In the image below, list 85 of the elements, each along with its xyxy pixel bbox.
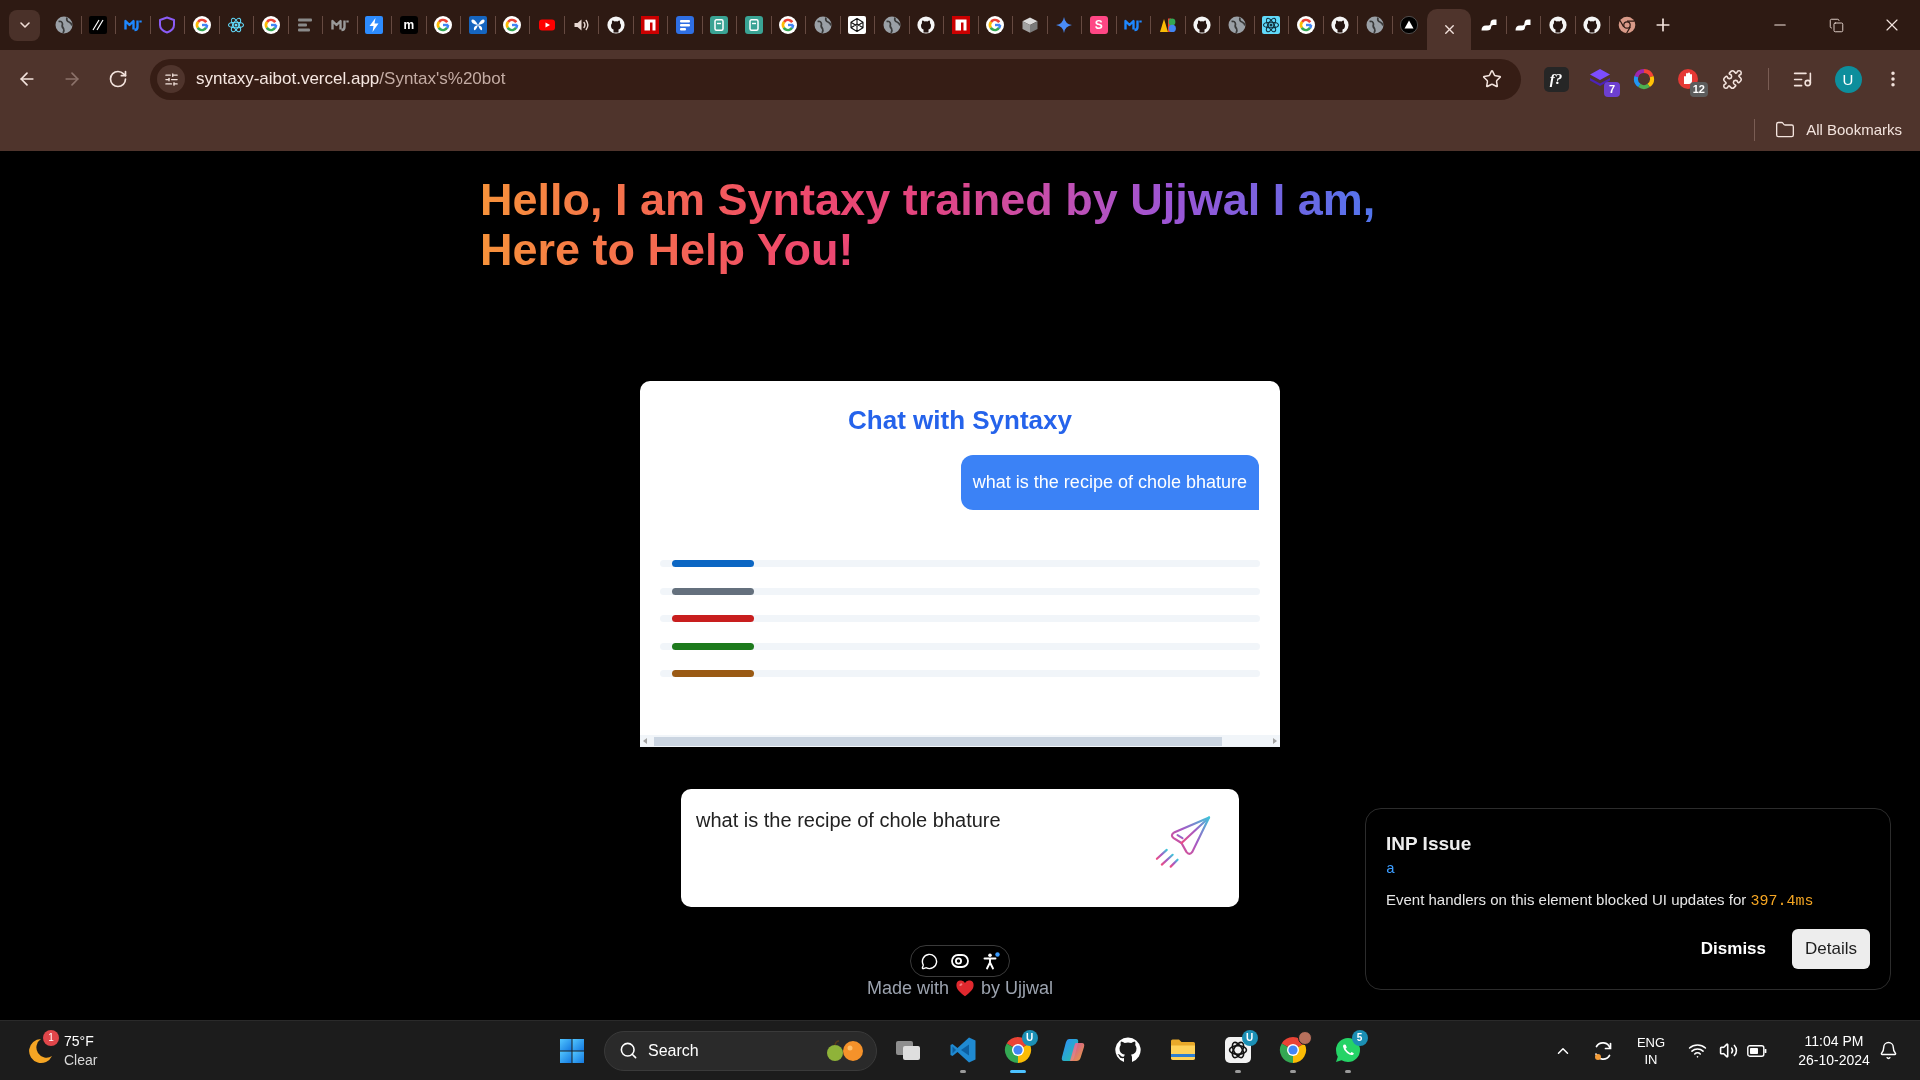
- g-logo-icon: [503, 16, 522, 34]
- cat-logo-icon: [1331, 16, 1350, 34]
- cat-logo-icon[interactable]: [1114, 1036, 1142, 1064]
- taskbar-search[interactable]: Search: [604, 1030, 877, 1071]
- document-icon: [744, 16, 763, 34]
- battery-icon[interactable]: [1747, 1044, 1767, 1057]
- atom-icon: [1262, 16, 1281, 34]
- ring-icon[interactable]: [1633, 68, 1655, 90]
- notification-badge: 1: [43, 1029, 59, 1046]
- cat-logo-icon: [1193, 16, 1212, 34]
- puzzle-icon[interactable]: [1721, 68, 1743, 90]
- comment-icon[interactable]: [920, 952, 938, 970]
- lines-icon: [296, 16, 315, 34]
- folder-icon: [1775, 119, 1796, 140]
- globe-icon: [1365, 16, 1384, 34]
- footer-text: by Ujjwal: [981, 978, 1054, 998]
- globe-icon: [54, 16, 73, 34]
- g-logo-icon: [986, 16, 1005, 34]
- cat-logo-icon: [1583, 16, 1602, 34]
- shapes-icon: [1158, 16, 1177, 34]
- element-tag: a: [1386, 860, 1395, 880]
- browser-logo-icon[interactable]: [1279, 1036, 1307, 1064]
- message-input[interactable]: what is the recipe of chole bhature: [681, 789, 1239, 907]
- g-logo-icon: [434, 16, 453, 34]
- cat-logo-icon: [917, 16, 936, 34]
- accessibility-icon[interactable]: [981, 952, 1000, 970]
- tab-search-button[interactable]: [9, 9, 40, 41]
- code-logo-icon[interactable]: [949, 1036, 977, 1064]
- notch-tile-icon: [951, 16, 970, 34]
- language-indicator[interactable]: ENG IN: [1630, 1033, 1672, 1068]
- shield-icon: [158, 16, 177, 34]
- butterfly-icon: [468, 16, 487, 34]
- cat-logo-icon: [606, 16, 625, 34]
- url-text: syntaxy-aibot.vercel.app/Syntax's%20bot: [196, 69, 506, 89]
- box-icon: [1020, 16, 1039, 34]
- document-icon: [710, 16, 729, 34]
- cat-logo-icon: [1548, 16, 1567, 34]
- atom-icon: [227, 16, 246, 34]
- wifi-icon[interactable]: [1687, 1041, 1707, 1060]
- user-message: what is the recipe of chole bhature: [960, 455, 1259, 510]
- profile-avatar[interactable]: U: [1834, 65, 1862, 93]
- horizontal-scrollbar[interactable]: [640, 735, 1280, 747]
- sync-icon[interactable]: [1592, 1039, 1614, 1062]
- popup-title: INP Issue: [1386, 833, 1472, 855]
- star-icon[interactable]: [1482, 69, 1502, 89]
- site-info-icon[interactable]: [157, 65, 185, 93]
- avatar-placeholder: [1297, 1031, 1312, 1045]
- clock[interactable]: 11:04 PM 26-10-2024: [1794, 1031, 1874, 1070]
- reload-icon[interactable]: [108, 69, 128, 89]
- notch-tile-icon: [641, 16, 660, 34]
- chat-title: Chat with Syntaxy: [847, 405, 1073, 435]
- swirl-logo-icon[interactable]: [1059, 1036, 1087, 1064]
- slash-tile-icon: [89, 16, 108, 34]
- g-logo-icon: [192, 16, 211, 34]
- g-logo-icon: [1296, 16, 1315, 34]
- eye-toggle-icon[interactable]: [950, 954, 969, 968]
- lightning-icon: [365, 16, 384, 34]
- g-logo-icon: [779, 16, 798, 34]
- dismiss-button[interactable]: Dismiss: [1694, 929, 1773, 969]
- all-bookmarks-button[interactable]: All Bookmarks: [1775, 119, 1902, 140]
- app-badge: U: [1021, 1030, 1038, 1046]
- bell-icon[interactable]: [1878, 1041, 1898, 1060]
- volume-icon[interactable]: [1718, 1041, 1738, 1060]
- search-icon: [619, 1041, 638, 1060]
- globe-icon: [813, 16, 832, 34]
- app-badge: 5: [1351, 1030, 1368, 1046]
- restore-icon[interactable]: [1828, 17, 1844, 33]
- footer-text: Made with: [866, 978, 949, 998]
- windows-logo-icon[interactable]: [559, 1037, 585, 1064]
- count-badge: 7: [1604, 82, 1620, 97]
- address-bar[interactable]: syntaxy-aibot.vercel.app/Syntax's%20bot: [150, 58, 1521, 100]
- cube-outline-icon: [848, 16, 867, 34]
- form-icon: [675, 16, 694, 34]
- g-logo-icon: [261, 16, 280, 34]
- globe-icon: [1227, 16, 1246, 34]
- heart-icon: [955, 979, 975, 997]
- extension-tile[interactable]: f?: [1543, 66, 1569, 92]
- details-button[interactable]: Details: [1792, 929, 1870, 969]
- issue-message: Event handlers on this element blocked UI updates for 397.4ms: [1386, 890, 1814, 912]
- weather-condition: Clear: [64, 1050, 98, 1070]
- aperture-icon: [1617, 16, 1636, 34]
- globe-icon: [882, 16, 901, 34]
- app-badge: U: [1241, 1030, 1258, 1046]
- temperature: 75°F: [64, 1031, 94, 1051]
- count-badge: 12: [1689, 82, 1708, 97]
